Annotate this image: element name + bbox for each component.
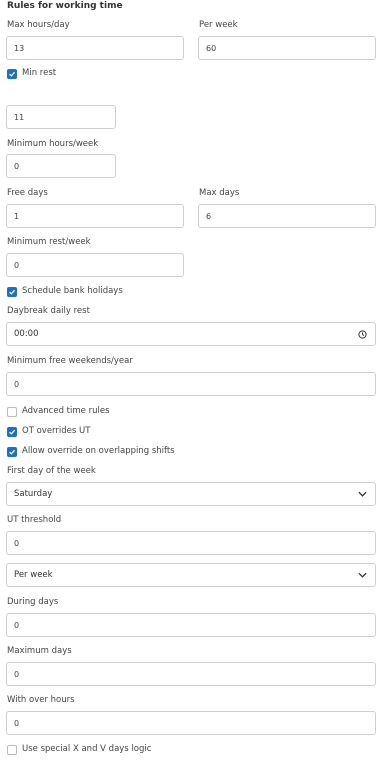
period-select-value: Per week xyxy=(14,570,53,580)
chevron-down-icon xyxy=(358,572,367,578)
ot-overrides-ut-checkbox[interactable] xyxy=(7,427,17,437)
checkmark-icon xyxy=(9,449,16,455)
schedule-bank-holidays-label: Schedule bank holidays xyxy=(22,286,123,296)
allow-override-checkbox[interactable] xyxy=(7,447,17,457)
advanced-time-rules-checkbox[interactable] xyxy=(7,407,17,417)
special-xv-logic-label: Use special X and V days logic xyxy=(22,744,152,754)
checkmark-icon xyxy=(9,429,16,435)
free-days-input[interactable]: 1 xyxy=(6,204,184,228)
min-hours-week-label: Minimum hours/week xyxy=(7,139,99,149)
max-days-label: Max days xyxy=(199,188,240,198)
during-days-input[interactable]: 0 xyxy=(6,613,376,637)
special-xv-logic-checkbox[interactable] xyxy=(7,745,17,755)
daybreak-daily-rest-value: 00:00 xyxy=(14,329,39,339)
schedule-bank-holidays-checkbox[interactable] xyxy=(7,287,17,297)
max-days-input[interactable]: 6 xyxy=(198,204,376,228)
first-day-of-week-label: First day of the week xyxy=(7,466,96,476)
max-hours-day-label: Max hours/day xyxy=(7,20,70,30)
min-rest-week-label: Minimum rest/week xyxy=(7,237,91,247)
allow-override-label: Allow override on overlapping shifts xyxy=(22,446,175,456)
min-rest-input[interactable]: 11 xyxy=(6,105,116,129)
min-hours-week-input[interactable]: 0 xyxy=(6,154,116,178)
with-over-hours-label: With over hours xyxy=(7,695,75,705)
maximum-days-label: Maximum days xyxy=(7,646,72,656)
with-over-hours-input[interactable]: 0 xyxy=(6,711,376,735)
section-title: Rules for working time xyxy=(7,1,123,11)
min-rest-week-input[interactable]: 0 xyxy=(6,253,184,277)
min-rest-label: Min rest xyxy=(22,68,57,78)
daybreak-daily-rest-label: Daybreak daily rest xyxy=(7,306,90,316)
ut-threshold-label: UT threshold xyxy=(7,515,62,525)
clock-icon[interactable] xyxy=(358,329,367,339)
max-hours-day-input[interactable]: 13 xyxy=(6,36,184,60)
first-day-of-week-value: Saturday xyxy=(14,489,53,499)
min-free-weekends-label: Minimum free weekends/year xyxy=(7,356,133,366)
per-week-input[interactable]: 60 xyxy=(198,36,376,60)
advanced-time-rules-label: Advanced time rules xyxy=(22,406,110,416)
maximum-days-input[interactable]: 0 xyxy=(6,662,376,686)
period-select[interactable]: Per week xyxy=(6,563,376,587)
checkmark-icon xyxy=(9,71,16,77)
min-free-weekends-input[interactable]: 0 xyxy=(6,372,376,396)
first-day-of-week-select[interactable]: Saturday xyxy=(6,482,376,506)
ot-overrides-ut-label: OT overrides UT xyxy=(22,426,91,436)
free-days-label: Free days xyxy=(7,188,48,198)
per-week-label: Per week xyxy=(199,20,238,30)
daybreak-daily-rest-input[interactable]: 00:00 xyxy=(6,322,376,346)
during-days-label: During days xyxy=(7,597,59,607)
checkmark-icon xyxy=(9,289,16,295)
min-rest-checkbox[interactable] xyxy=(7,69,17,79)
ut-threshold-input[interactable]: 0 xyxy=(6,531,376,555)
chevron-down-icon xyxy=(358,491,367,497)
